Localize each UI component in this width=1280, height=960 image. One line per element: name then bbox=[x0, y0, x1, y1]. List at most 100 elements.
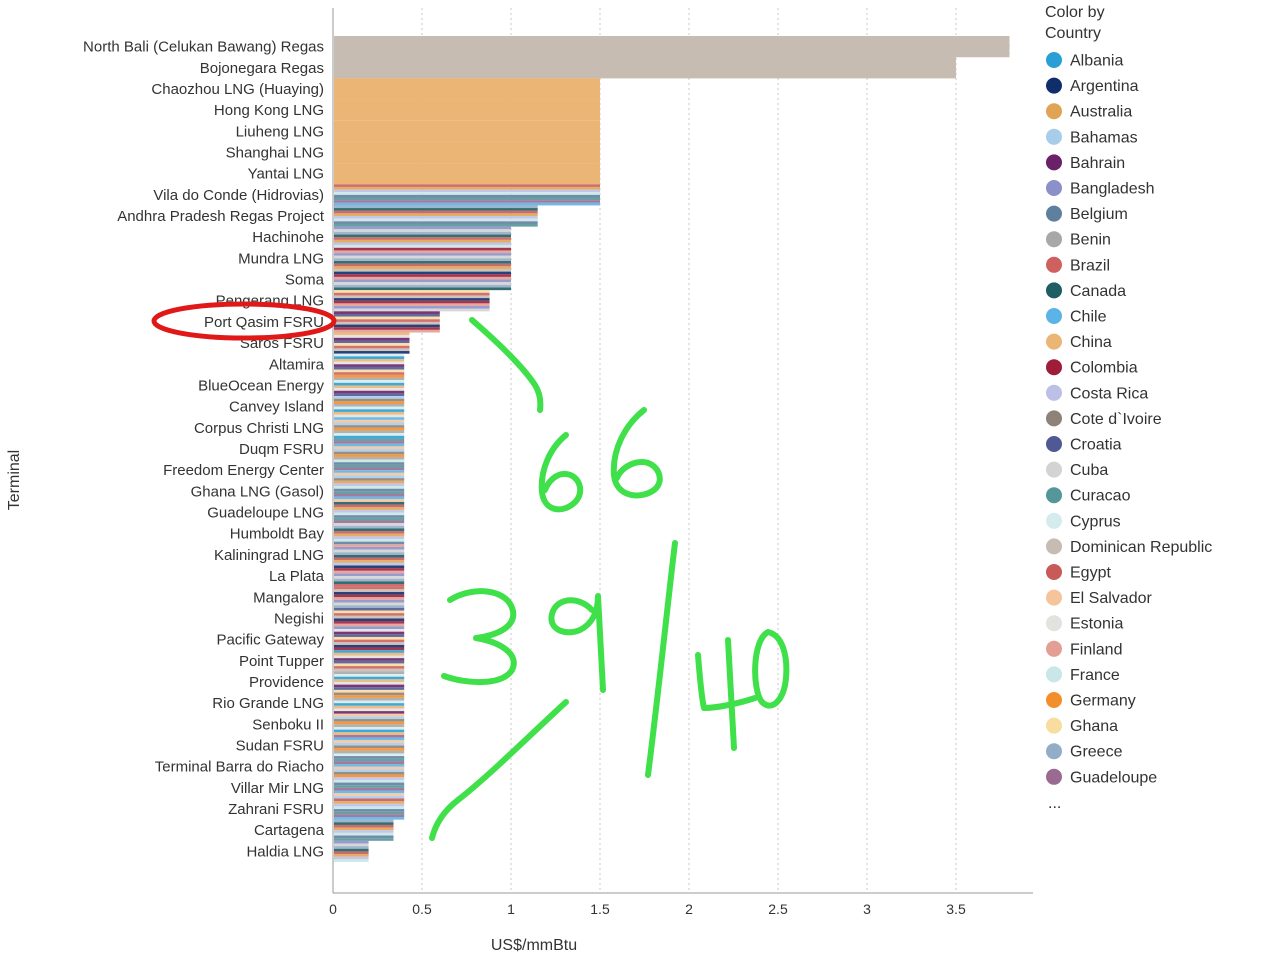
bar-stripe bbox=[334, 584, 405, 587]
bar-stripe bbox=[334, 263, 511, 267]
bar-stripe bbox=[334, 658, 405, 661]
legend-label: Canada bbox=[1070, 283, 1126, 300]
legend-label: Cuba bbox=[1070, 462, 1108, 479]
bar-stripe bbox=[334, 554, 405, 558]
bar-stripe bbox=[334, 499, 405, 502]
bar-stripe bbox=[334, 578, 405, 582]
bar-stripe bbox=[334, 517, 405, 521]
legend-swatch bbox=[1046, 333, 1062, 350]
bar-stripe bbox=[334, 459, 405, 463]
y-tick-label: Point Tupper bbox=[239, 653, 324, 670]
bar-stripe bbox=[334, 279, 511, 283]
bar-stripe bbox=[334, 856, 369, 860]
y-tick-label: Providence bbox=[249, 674, 324, 691]
bar-stripe bbox=[334, 494, 405, 497]
bar-stripe bbox=[334, 671, 405, 675]
bar-stripe bbox=[334, 589, 405, 592]
bar-stripe bbox=[334, 300, 490, 304]
bar bbox=[334, 141, 600, 164]
bar-stripe bbox=[334, 472, 405, 476]
bar-stripe bbox=[334, 380, 405, 383]
bar-stripe bbox=[334, 560, 405, 563]
bar-stripe bbox=[334, 528, 405, 532]
bar-stripe bbox=[334, 525, 405, 529]
x-tick-label: 2 bbox=[685, 901, 693, 917]
bar-stripe bbox=[334, 451, 405, 455]
y-tick-label: Corpus Christi LNG bbox=[194, 420, 324, 437]
bar-stripe bbox=[334, 351, 410, 354]
bar-stripe bbox=[334, 321, 440, 325]
legend-swatch bbox=[1046, 564, 1062, 580]
legend-label: Dominican Republic bbox=[1070, 539, 1212, 556]
bar-stripe bbox=[334, 705, 405, 709]
legend-label: Bahrain bbox=[1070, 155, 1125, 172]
bar-stripe bbox=[334, 268, 511, 272]
y-tick-label: Villar Mir LNG bbox=[231, 780, 324, 797]
y-tick-label: Kaliningrad LNG bbox=[214, 547, 324, 564]
bar-stripe bbox=[334, 666, 405, 669]
bar-stripe bbox=[334, 247, 511, 251]
y-tick-label: Terminal Barra do Riacho bbox=[155, 759, 324, 776]
bar-stripe bbox=[334, 660, 405, 664]
bar-stripe bbox=[334, 396, 405, 399]
bar-stripe bbox=[334, 218, 538, 222]
y-tick-label: Negishi bbox=[274, 610, 324, 627]
legend-swatch bbox=[1046, 538, 1062, 555]
bar-stripe bbox=[334, 274, 511, 277]
bar-stripe bbox=[334, 403, 405, 407]
legend-swatch bbox=[1046, 103, 1062, 120]
bar-stripe bbox=[334, 184, 600, 187]
legend-swatch bbox=[1046, 512, 1062, 529]
bar-stripe bbox=[334, 573, 405, 577]
legend-label: Colombia bbox=[1070, 360, 1138, 377]
bar-stripe bbox=[334, 478, 405, 481]
bar-stripe bbox=[334, 422, 405, 426]
bar-stripe bbox=[334, 663, 405, 667]
bar-stripe bbox=[334, 615, 405, 619]
bar-stripe bbox=[334, 774, 405, 778]
bar-stripe bbox=[334, 734, 405, 738]
bar-stripe bbox=[334, 287, 511, 291]
legend-swatch bbox=[1046, 410, 1062, 427]
bar-stripe bbox=[334, 234, 511, 238]
bar-stripe bbox=[334, 724, 405, 727]
y-tick-label: Hong Kong LNG bbox=[214, 102, 324, 119]
y-tick-label: Vila do Conde (Hidrovias) bbox=[153, 187, 324, 204]
bar-stripe bbox=[334, 411, 405, 415]
legend-label: Estonia bbox=[1070, 616, 1123, 633]
bar-stripe bbox=[334, 335, 410, 338]
bar-stripe bbox=[334, 282, 511, 285]
legend-swatch bbox=[1046, 52, 1062, 68]
bar-stripe bbox=[334, 814, 405, 817]
bar-stripe bbox=[334, 753, 405, 757]
y-tick-label: Bojonegara Regas bbox=[200, 60, 324, 77]
bar-stripe bbox=[334, 785, 405, 788]
bar-stripe bbox=[334, 570, 405, 574]
bar-stripe bbox=[334, 713, 405, 717]
bar-stripe bbox=[334, 388, 405, 391]
legend-swatch bbox=[1046, 205, 1062, 222]
bar-stripe bbox=[334, 186, 600, 190]
bar-stripe bbox=[334, 740, 405, 743]
bar bbox=[334, 163, 600, 185]
y-tick-label: Mangalore bbox=[253, 589, 324, 606]
bar-stripe bbox=[334, 607, 405, 611]
legend-item: Albania bbox=[1046, 52, 1123, 70]
bar-stripe bbox=[334, 501, 405, 505]
legend-label: Benin bbox=[1070, 232, 1111, 249]
legend-label: Guadeloupe bbox=[1070, 769, 1157, 786]
bar-stripe bbox=[334, 726, 405, 730]
bar-stripe bbox=[334, 205, 538, 209]
bar-stripe bbox=[334, 443, 405, 447]
bar bbox=[334, 78, 600, 100]
legend-item: Dominican Republic bbox=[1046, 538, 1212, 556]
legend-item: Finland bbox=[1046, 640, 1122, 658]
bar-stripe bbox=[334, 486, 405, 489]
bar-stripe bbox=[334, 509, 405, 513]
bar-stripe bbox=[334, 721, 405, 725]
bar-stripe bbox=[334, 507, 405, 510]
bar-stripe bbox=[334, 197, 600, 201]
bar-stripe bbox=[334, 642, 405, 645]
y-tick-label: Soma bbox=[285, 272, 325, 289]
bar-stripe bbox=[334, 361, 405, 365]
